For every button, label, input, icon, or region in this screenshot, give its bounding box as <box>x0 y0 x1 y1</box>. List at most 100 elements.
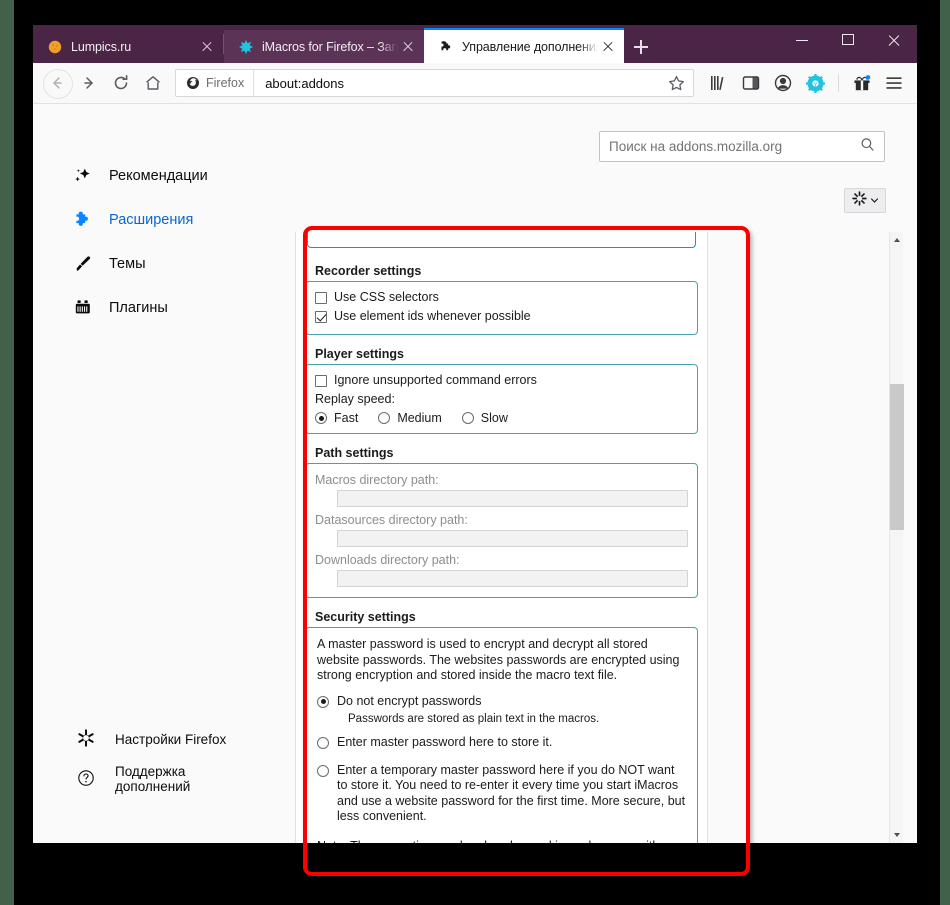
imacros-preferences-card: Recorder settings Use CSS selectors Use … <box>295 232 708 843</box>
option-label: Enter a temporary master password here i… <box>337 762 686 824</box>
imacros-preferences: Recorder settings Use CSS selectors Use … <box>296 232 707 843</box>
option-ignore-unsupported-errors[interactable]: Ignore unsupported command errors <box>315 371 688 390</box>
search-placeholder: Поиск на addons.mozilla.org <box>609 139 783 154</box>
option-do-not-encrypt[interactable]: Do not encrypt passwords <box>317 694 686 710</box>
sidebar-item-themes[interactable]: Темы <box>33 242 263 286</box>
firefox-window: Lumpics.ru iMacros for Firefox – Загрузи… <box>33 25 917 843</box>
toolbar-icons: Y <box>704 68 909 98</box>
browser-tab-addons-manager[interactable]: Управление дополнениями <box>424 28 624 63</box>
library-icon[interactable] <box>704 68 734 98</box>
option-label: Ignore unsupported command errors <box>334 373 537 387</box>
option-label: Enter master password here to store it. <box>337 735 553 749</box>
macros-path-input[interactable] <box>337 490 688 507</box>
sidebar-item-plugins[interactable]: Плагины <box>33 286 263 330</box>
sidebar-item-recommendations[interactable]: Рекомендации <box>33 154 263 198</box>
previous-settings-group-partial <box>307 232 696 248</box>
sidebar-item-label: Плагины <box>109 300 168 316</box>
screenshot-root: Lumpics.ru iMacros for Firefox – Загрузи… <box>0 0 950 905</box>
chevron-down-icon <box>870 192 879 210</box>
reload-icon[interactable] <box>105 67 137 99</box>
forward-icon[interactable] <box>73 67 105 99</box>
option-temporary-master-password[interactable]: Enter a temporary master password here i… <box>317 763 686 825</box>
home-icon[interactable] <box>137 67 169 99</box>
browser-tab-lumpics[interactable]: Lumpics.ru <box>33 30 223 63</box>
search-container: Поиск на addons.mozilla.org <box>599 131 885 162</box>
browser-tab-imacros[interactable]: iMacros for Firefox – Загрузите <box>224 30 424 63</box>
tab-strip: Lumpics.ru iMacros for Firefox – Загрузи… <box>33 25 917 63</box>
gear-icon <box>77 729 97 749</box>
minimize-button[interactable] <box>779 25 825 55</box>
gift-icon[interactable] <box>847 68 877 98</box>
close-icon[interactable] <box>398 37 418 57</box>
checkbox-unchecked-icon[interactable] <box>315 291 327 304</box>
encryption-note: Note: The encryption can be also changed… <box>317 839 686 844</box>
orange-circle-favicon <box>47 39 63 55</box>
sidebar-item-label: Рекомендации <box>109 168 208 184</box>
radio-fast[interactable] <box>315 412 327 424</box>
sidebar-item-addons-support[interactable]: Поддержка дополнений <box>33 759 263 799</box>
account-icon[interactable] <box>768 68 798 98</box>
window-controls <box>779 25 917 55</box>
sidebar-item-extensions[interactable]: Расширения <box>33 198 263 242</box>
radio-medium[interactable] <box>378 412 391 424</box>
replay-speed-label: Replay speed: <box>315 392 395 406</box>
player-settings-group: Player settings Ignore unsupported comma… <box>305 347 698 434</box>
radio-master-password[interactable] <box>317 737 329 749</box>
macros-path-label: Macros directory path: <box>315 473 439 487</box>
content-vertical-scrollbar[interactable] <box>889 232 904 843</box>
search-input[interactable]: Поиск на addons.mozilla.org <box>599 131 885 162</box>
radio-slow[interactable] <box>461 412 474 424</box>
back-icon[interactable] <box>41 67 73 99</box>
maximize-button[interactable] <box>825 25 871 55</box>
puzzle-icon <box>73 210 93 230</box>
radio-label-medium: Medium <box>397 411 442 425</box>
addons-content: Поиск на addons.mozilla.org Recorder set… <box>263 104 917 843</box>
question-circle-icon <box>77 769 97 789</box>
datasources-path-label: Datasources directory path: <box>315 513 468 527</box>
toolbar-divider <box>838 74 839 92</box>
new-tab-button[interactable] <box>624 30 658 63</box>
identity-label: Firefox <box>206 76 245 90</box>
group-title: Player settings <box>315 347 404 361</box>
tools-for-addons-button[interactable] <box>844 188 886 213</box>
sidebar-item-label: Поддержка дополнений <box>115 764 191 794</box>
checkbox-checked-icon[interactable] <box>315 310 327 323</box>
window-close-button[interactable] <box>871 25 917 55</box>
option-use-css-selectors[interactable]: Use CSS selectors <box>315 288 688 307</box>
tab-title: Lumpics.ru <box>71 39 132 54</box>
menu-icon[interactable] <box>879 68 909 98</box>
sidebar-icon[interactable] <box>736 68 766 98</box>
close-icon[interactable] <box>598 37 618 57</box>
scroll-up-arrow-icon[interactable] <box>890 232 904 248</box>
downloads-path-label: Downloads directory path: <box>315 553 460 567</box>
address-bar[interactable]: Firefox about:addons <box>175 69 694 97</box>
path-settings-group: Path settings Macros directory path: Dat… <box>305 446 698 598</box>
radio-temporary-master-password[interactable] <box>317 764 329 777</box>
option-label: Use element ids whenever possible <box>334 309 531 323</box>
addons-sidebar: Рекомендации Расширения Темы Плагины Нас… <box>33 104 263 843</box>
sidebar-item-firefox-settings[interactable]: Настройки Firefox <box>33 719 263 759</box>
option-master-password[interactable]: Enter master password here to store it. <box>317 735 686 751</box>
plugin-icon <box>73 298 93 318</box>
option-use-element-ids[interactable]: Use element ids whenever possible <box>315 307 688 326</box>
radio-label-fast: Fast <box>334 411 359 425</box>
security-intro-text: A master password is used to encrypt and… <box>317 637 680 682</box>
identity-box[interactable]: Firefox <box>176 70 255 96</box>
scroll-down-arrow-icon[interactable] <box>890 827 904 843</box>
radio-do-not-encrypt[interactable] <box>317 695 329 708</box>
bookmark-star-icon[interactable] <box>663 70 689 96</box>
url-text[interactable]: about:addons <box>254 76 663 91</box>
settings-gear-icon[interactable]: Y <box>800 68 830 98</box>
downloads-path-input[interactable] <box>337 570 688 587</box>
close-icon[interactable] <box>197 37 217 57</box>
gear-icon <box>851 190 867 211</box>
group-title: Path settings <box>315 446 394 460</box>
checkbox-unchecked-icon[interactable] <box>315 374 327 387</box>
scrollbar-thumb[interactable] <box>890 384 904 530</box>
replay-speed-radio-group: Fast Medium Slow <box>315 411 688 425</box>
addons-page: Рекомендации Расширения Темы Плагины Нас… <box>33 104 917 843</box>
sidebar-item-label: Темы <box>109 256 146 272</box>
datasources-path-input[interactable] <box>337 530 688 547</box>
sidebar-bottom-group: Настройки Firefox Поддержка дополнений <box>33 719 263 799</box>
puzzle-piece-favicon <box>438 39 454 55</box>
